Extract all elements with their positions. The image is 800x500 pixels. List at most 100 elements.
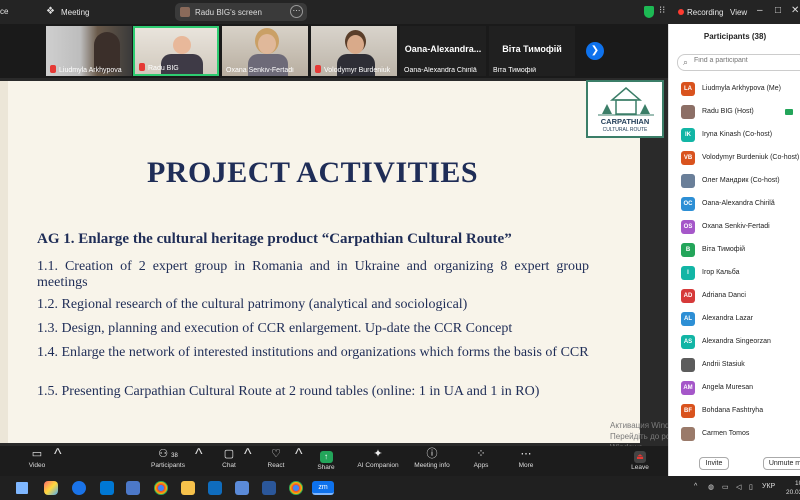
video-tile-no-video[interactable]: Oana-Alexandra... Oana-Alexandra Chirilă [400,26,486,76]
participants-button[interactable]: ⚇ 38 Participants [148,446,188,476]
info-icon: ⓘ [426,448,438,460]
unmute-me-button[interactable]: Unmute m [763,457,800,470]
more-dots-icon: ⋯ [520,448,532,460]
save-disk-icon[interactable] [126,481,140,495]
clock[interactable]: 10: 20.03. [786,479,800,497]
video-tile-no-video[interactable]: Віта Тимофій Віта Тимофій [489,26,575,76]
more-options-icon[interactable]: ⋯ [290,5,303,18]
slide-heading: AG 1. Enlarge the cultural heritage prod… [37,231,512,247]
apps-button[interactable]: ⁘ Apps [470,446,492,476]
participant-row[interactable]: BF Bohdana Fashtryha [669,400,800,423]
video-button[interactable]: ▭ Video [24,446,50,476]
tile-name: Liudmyla Arkhypova [46,65,132,74]
participants-title: Participants (38) [703,32,767,41]
chrome-icon[interactable] [154,481,168,495]
slide-list-item: 1.5. Presenting Carpathian Cultural Rout… [37,384,540,399]
heart-icon: ♡ [271,448,281,460]
participant-row[interactable]: AM Angela Muresan [669,377,800,400]
ai-companion-button[interactable]: ✦ AI Companion [354,446,402,476]
participant-name: Bohdana Fashtryha [702,407,764,414]
chat-button[interactable]: ▢ Chat [218,446,240,476]
participant-name: Liudmyla Arkhypova (Me) [702,85,781,92]
participant-row[interactable]: І Ігор Кальба [669,262,800,285]
participant-row[interactable]: Олег Мандрик (Co-host) [669,170,800,193]
chrome-icon-2[interactable] [289,481,303,495]
participant-avatar [681,174,695,188]
participant-row[interactable]: VB Volodymyr Burdeniuk (Co-host) [669,147,800,170]
participant-row[interactable]: Carmen Tomos [669,423,800,446]
file-explorer-icon[interactable] [181,481,195,495]
shared-screen-area: PROJECT ACTIVITIES AG 1. Enlarge the cul… [0,78,668,446]
logo-subtext: CULTURAL ROUTE [602,127,648,133]
meeting-info-dots-icon[interactable]: ⁝⁝ [659,5,665,16]
chat-options-caret[interactable]: ^ [244,446,252,476]
react-button[interactable]: ♡ React [264,446,288,476]
windows-taskbar: zm ^ ◍ ▭ ◁ ▯ УКР 10: 20.03. [0,476,800,500]
participant-name: Volodymyr Burdeniuk (Co-host) [702,154,800,161]
next-page-chevron-icon[interactable]: ❯ [586,42,604,60]
video-tile[interactable]: Oxana Senkiv-Fertadi [222,26,308,76]
minimize-icon[interactable]: – [757,5,763,16]
participant-row[interactable]: В Віта Тимофій [669,239,800,262]
participant-avatar [681,358,695,372]
leave-button[interactable]: ⏏ Leave [628,446,652,476]
participant-head [258,34,276,54]
slide-list-item: 1.3. Design, planning and execution of C… [37,321,513,336]
copilot-icon[interactable] [44,481,58,495]
more-button[interactable]: ⋯ More [515,446,537,476]
participant-avatar: OC [681,197,695,211]
participant-row[interactable]: IK Iryna Kinash (Co-host) [669,124,800,147]
participant-row[interactable]: AS Alexandra Singeorzan [669,331,800,354]
participant-avatar: LA [681,82,695,96]
video-strip: Liudmyla Arkhypova Radu BIG Oxana Senkiv… [0,24,668,78]
battery-icon[interactable]: ▯ [749,483,753,491]
participant-row[interactable]: OS Oxana Senkiv-Fertadi [669,216,800,239]
participants-options-caret[interactable]: ^ [195,446,203,476]
word-icon[interactable] [262,481,276,495]
participant-row[interactable]: LA Liudmyla Arkhypova (Me) [669,78,800,101]
participant-search[interactable]: ⌕ [677,54,800,71]
tile-name: Radu BIG [135,63,217,72]
participant-row[interactable]: OC Oana-Alexandra Chirilă [669,193,800,216]
invite-button[interactable]: Invite [699,457,729,470]
outlook-icon[interactable] [208,481,222,495]
participant-row[interactable]: AL Alexandra Lazar [669,308,800,331]
volume-icon[interactable]: ◁ [736,483,741,491]
recording-dot-icon [678,9,684,15]
participant-name: Andrii Stasiuk [702,361,745,368]
spreadsheet-icon[interactable] [235,481,249,495]
video-tile-active-speaker[interactable]: Radu BIG [133,26,219,76]
tray-app-icon[interactable]: ◍ [708,483,714,491]
recording-label[interactable]: Recording [687,8,723,17]
shared-screen-pill[interactable]: Radu BIG's screen ⋯ [175,3,307,21]
participants-panel: Participants (38) ⌕ LA Liudmyla Arkhypova… [668,24,800,476]
network-icon[interactable]: ▭ [722,483,729,491]
onedrive-icon[interactable] [100,481,114,495]
participant-row[interactable]: AD Adriana Danci [669,285,800,308]
slide-list-item: 1.1. Creation of 2 expert group in Roman… [37,259,589,290]
input-language[interactable]: УКР [762,483,775,490]
tray-chevron-icon[interactable]: ^ [694,483,697,490]
zoom-icon[interactable]: zm [312,481,334,495]
shared-screen-label: Radu BIG's screen [195,8,262,17]
close-icon[interactable]: ✕ [791,5,799,16]
video-options-caret[interactable]: ^ [54,446,62,476]
react-options-caret[interactable]: ^ [295,446,303,476]
muted-mic-icon [139,63,145,71]
maximize-icon[interactable]: □ [775,5,781,16]
view-menu-button[interactable]: View [730,8,747,17]
search-input[interactable] [694,57,794,64]
participant-row[interactable]: Andrii Stasiuk [669,354,800,377]
participant-row[interactable]: Radu BIG (Host) [669,101,800,124]
slide-list-item: 1.4. Enlarge the network of interested i… [37,345,589,360]
video-tile[interactable]: Liudmyla Arkhypova [46,26,132,76]
edge-browser-icon[interactable] [72,481,86,495]
meeting-info-button[interactable]: ⓘ Meeting info [410,446,454,476]
share-button[interactable]: ↑ Share [314,446,338,476]
encryption-shield-icon[interactable] [644,6,654,18]
slide-title: PROJECT ACTIVITIES [146,156,479,189]
video-tile[interactable]: Volodymyr Burdeniuk [311,26,397,76]
start-menu-icon[interactable] [16,482,28,494]
logo-text: CARPATHIAN [600,117,650,126]
title-bar: ce ❖ Meeting Radu BIG's screen ⋯ ⁝⁝ Reco… [0,0,800,24]
